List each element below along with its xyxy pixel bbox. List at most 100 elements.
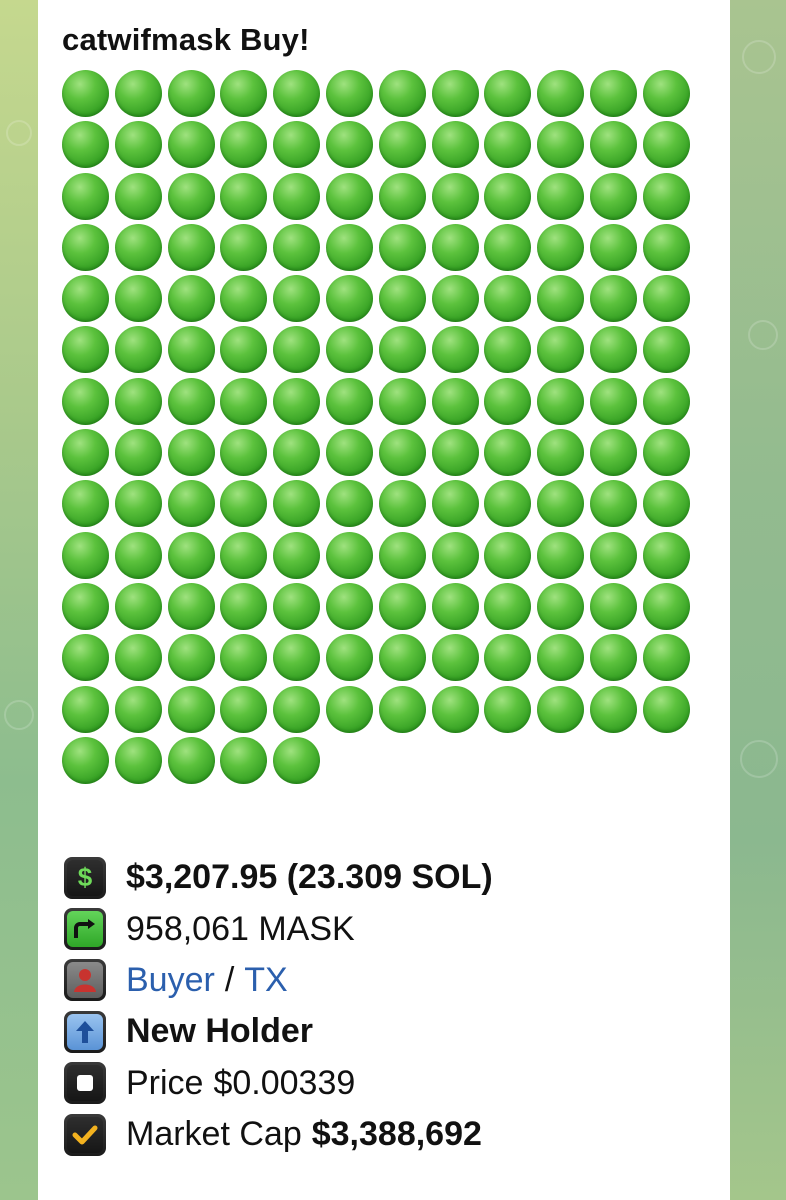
dollar-icon: $ xyxy=(64,856,106,899)
green-circle-emoji xyxy=(589,326,637,374)
green-circle-emoji xyxy=(62,223,109,271)
green-circle-emoji xyxy=(220,121,268,169)
green-circle-emoji xyxy=(589,685,637,733)
green-circle-emoji xyxy=(167,326,215,374)
buyer-link[interactable]: Buyer xyxy=(126,961,215,1000)
green-circle-emoji xyxy=(378,685,426,733)
green-circle-emoji xyxy=(378,429,426,477)
green-circle-emoji xyxy=(378,121,426,169)
green-circle-emoji xyxy=(431,634,479,682)
green-circle-emoji xyxy=(589,377,637,425)
green-circle-emoji xyxy=(114,275,162,323)
green-circle-emoji xyxy=(273,480,321,528)
green-circle-emoji xyxy=(378,223,426,271)
chat-wallpaper-left xyxy=(0,0,38,1200)
green-circle-emoji xyxy=(114,223,162,271)
green-circle-emoji xyxy=(589,70,637,117)
green-circle-emoji xyxy=(273,531,321,579)
green-circle-emoji xyxy=(484,275,532,323)
green-circle-emoji xyxy=(325,685,373,733)
green-circle-emoji xyxy=(642,70,690,117)
green-circle-emoji xyxy=(537,582,585,630)
green-circle-emoji xyxy=(537,377,585,425)
market-cap-value: $3,388,692 xyxy=(311,1115,482,1154)
green-circle-emoji xyxy=(167,736,215,784)
green-circle-emoji xyxy=(114,582,162,630)
green-circle-emoji xyxy=(642,480,690,528)
green-circle-emoji xyxy=(431,480,479,528)
green-circle-emoji xyxy=(431,326,479,374)
green-circle-emoji xyxy=(484,685,532,733)
green-circle-emoji xyxy=(589,531,637,579)
green-circle-emoji xyxy=(62,70,109,117)
green-circle-emoji xyxy=(589,275,637,323)
green-circle-emoji xyxy=(537,326,585,374)
trade-info: $ $3,207.95 (23.309 SOL) 958,061 MASK Bu… xyxy=(64,852,493,1160)
green-circle-emoji xyxy=(642,326,690,374)
green-circle-emoji xyxy=(167,582,215,630)
green-circle-emoji xyxy=(484,429,532,477)
green-circle-emoji xyxy=(325,480,373,528)
green-circle-emoji xyxy=(378,70,426,117)
green-circle-emoji xyxy=(537,480,585,528)
green-circle-emoji xyxy=(642,172,690,220)
green-circle-emoji xyxy=(220,736,268,784)
green-circle-emoji xyxy=(62,377,109,425)
green-circle-emoji xyxy=(273,377,321,425)
green-circle-emoji xyxy=(167,480,215,528)
green-circle-emoji xyxy=(114,480,162,528)
green-circle-emoji xyxy=(114,326,162,374)
market-cap-row: Market Cap $3,388,692 xyxy=(64,1109,493,1160)
green-circle-emoji xyxy=(642,275,690,323)
green-circle-emoji xyxy=(220,223,268,271)
green-circle-emoji xyxy=(114,429,162,477)
green-circle-emoji xyxy=(325,223,373,271)
green-circle-emoji xyxy=(273,223,321,271)
message-bubble: catwifmask Buy! $ $3,207.95 (23.309 SOL)… xyxy=(38,0,730,1200)
green-circle-emoji xyxy=(220,172,268,220)
green-circle-emoji xyxy=(642,377,690,425)
green-circle-emoji xyxy=(273,70,321,117)
green-circle-emoji xyxy=(167,634,215,682)
green-circle-emoji xyxy=(642,685,690,733)
person-icon xyxy=(64,959,106,1002)
green-circle-emoji xyxy=(273,275,321,323)
price-value: $0.00339 xyxy=(213,1063,356,1102)
green-circle-emoji xyxy=(642,121,690,169)
up-arrow-icon xyxy=(64,1010,106,1053)
amount-row: $ $3,207.95 (23.309 SOL) xyxy=(64,852,493,903)
green-circle-emoji xyxy=(431,70,479,117)
amount-text: $3,207.95 (23.309 SOL) xyxy=(126,858,493,897)
green-circle-emoji xyxy=(62,172,109,220)
green-circle-emoji xyxy=(220,480,268,528)
green-circle-emoji xyxy=(220,685,268,733)
green-circle-emoji xyxy=(484,377,532,425)
green-circle-emoji xyxy=(484,223,532,271)
green-circle-emoji xyxy=(431,223,479,271)
green-circle-emoji xyxy=(62,121,109,169)
green-circle-emoji xyxy=(273,326,321,374)
green-circle-emoji xyxy=(62,685,109,733)
green-circle-emoji xyxy=(220,582,268,630)
green-circle-emoji xyxy=(220,429,268,477)
green-circle-emoji xyxy=(114,172,162,220)
green-circle-emoji xyxy=(589,480,637,528)
green-circle-emoji xyxy=(431,531,479,579)
green-circle-emoji xyxy=(378,634,426,682)
green-circle-emoji xyxy=(62,429,109,477)
green-circle-emoji xyxy=(589,634,637,682)
green-circle-emoji xyxy=(273,736,321,784)
green-circle-emoji xyxy=(642,429,690,477)
green-circle-emoji xyxy=(167,121,215,169)
green-circle-emoji xyxy=(220,634,268,682)
green-circle-emoji xyxy=(62,736,109,784)
green-circle-emoji xyxy=(484,121,532,169)
swap-arrow-icon xyxy=(64,908,106,951)
green-circle-emoji xyxy=(167,275,215,323)
green-circle-emoji xyxy=(537,70,585,117)
green-circle-emoji xyxy=(537,685,585,733)
green-circle-emoji xyxy=(167,429,215,477)
green-circle-emoji xyxy=(325,377,373,425)
green-circle-emoji xyxy=(378,480,426,528)
tx-link[interactable]: TX xyxy=(244,961,287,1000)
